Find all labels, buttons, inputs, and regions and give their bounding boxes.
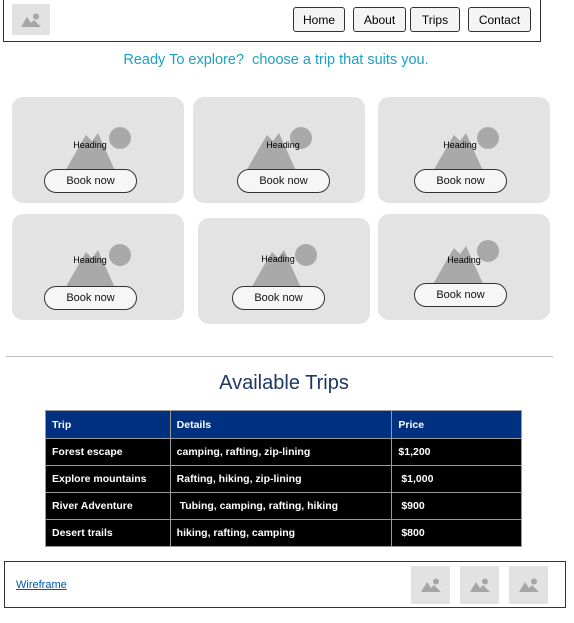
trip-card: Heading Book now	[378, 214, 550, 320]
trip-cell: Forest escape	[45, 438, 171, 466]
table-row: Forest escape camping, rafting, zip-lini…	[45, 438, 522, 466]
section-divider	[6, 356, 553, 357]
details-cell: Tubing, camping, rafting, hiking	[169, 492, 393, 520]
nav-home-button[interactable]: Home	[293, 7, 345, 32]
card-heading: Heading	[447, 255, 481, 265]
wireframe-link[interactable]: Wireframe	[16, 579, 67, 591]
card-image-icon	[64, 244, 131, 290]
details-cell: Rafting, hiking, zip-lining	[169, 465, 393, 493]
book-now-button[interactable]: Book now	[44, 169, 137, 193]
card-heading: Heading	[266, 140, 300, 150]
table-row: River Adventure Tubing, camping, rafting…	[45, 492, 522, 520]
column-header-price: Price	[391, 410, 522, 439]
tagline: Ready To explore? choose a trip that sui…	[123, 52, 429, 68]
price-cell: $800	[391, 519, 522, 547]
trip-cell: Explore mountains	[45, 465, 171, 493]
trip-card: Heading Book now	[12, 97, 184, 203]
header: Home About Trips Contact	[3, 0, 541, 42]
card-heading: Heading	[443, 140, 477, 150]
trip-card: Heading Book now	[378, 97, 550, 203]
footer-image-placeholder-icon	[460, 566, 499, 604]
nav-trips-button[interactable]: Trips	[410, 7, 460, 32]
price-cell: $900	[391, 492, 522, 520]
column-header-details: Details	[169, 410, 393, 439]
trip-cell: Desert trails	[45, 519, 171, 547]
card-image-icon	[250, 244, 317, 290]
footer-image-placeholder-icon	[509, 566, 548, 604]
card-heading: Heading	[73, 255, 107, 265]
trips-table: Trip Details Price Forest escape camping…	[45, 410, 522, 547]
details-cell: hiking, rafting, camping	[169, 519, 393, 547]
trip-cell: River Adventure	[45, 492, 171, 520]
table-row: Desert trails hiking, rafting, camping $…	[45, 519, 522, 547]
details-cell: camping, rafting, zip-lining	[169, 438, 393, 466]
footer-image-placeholder-icon	[411, 566, 450, 604]
available-trips-title: Available Trips	[219, 372, 349, 394]
book-now-button[interactable]: Book now	[237, 169, 330, 193]
footer: Wireframe	[4, 561, 566, 608]
book-now-button[interactable]: Book now	[232, 286, 325, 310]
price-cell: $1,000	[391, 465, 522, 493]
table-header-row: Trip Details Price	[45, 410, 522, 439]
book-now-button[interactable]: Book now	[414, 169, 507, 193]
card-heading: Heading	[261, 254, 295, 264]
book-now-button[interactable]: Book now	[44, 286, 137, 310]
table-row: Explore mountains Rafting, hiking, zip-l…	[45, 465, 522, 493]
price-cell: $1,200	[391, 438, 522, 466]
card-heading: Heading	[73, 140, 107, 150]
trip-card: Heading Book now	[198, 218, 370, 324]
book-now-button[interactable]: Book now	[414, 283, 507, 307]
card-image-icon	[64, 127, 131, 173]
nav-about-button[interactable]: About	[353, 7, 406, 32]
nav-contact-button[interactable]: Contact	[468, 7, 531, 32]
column-header-trip: Trip	[45, 410, 171, 439]
logo-image-placeholder-icon	[12, 4, 50, 35]
trip-card: Heading Book now	[193, 97, 365, 203]
card-image-icon	[432, 127, 499, 173]
card-image-icon	[245, 127, 312, 173]
trip-card: Heading Book now	[12, 214, 184, 320]
